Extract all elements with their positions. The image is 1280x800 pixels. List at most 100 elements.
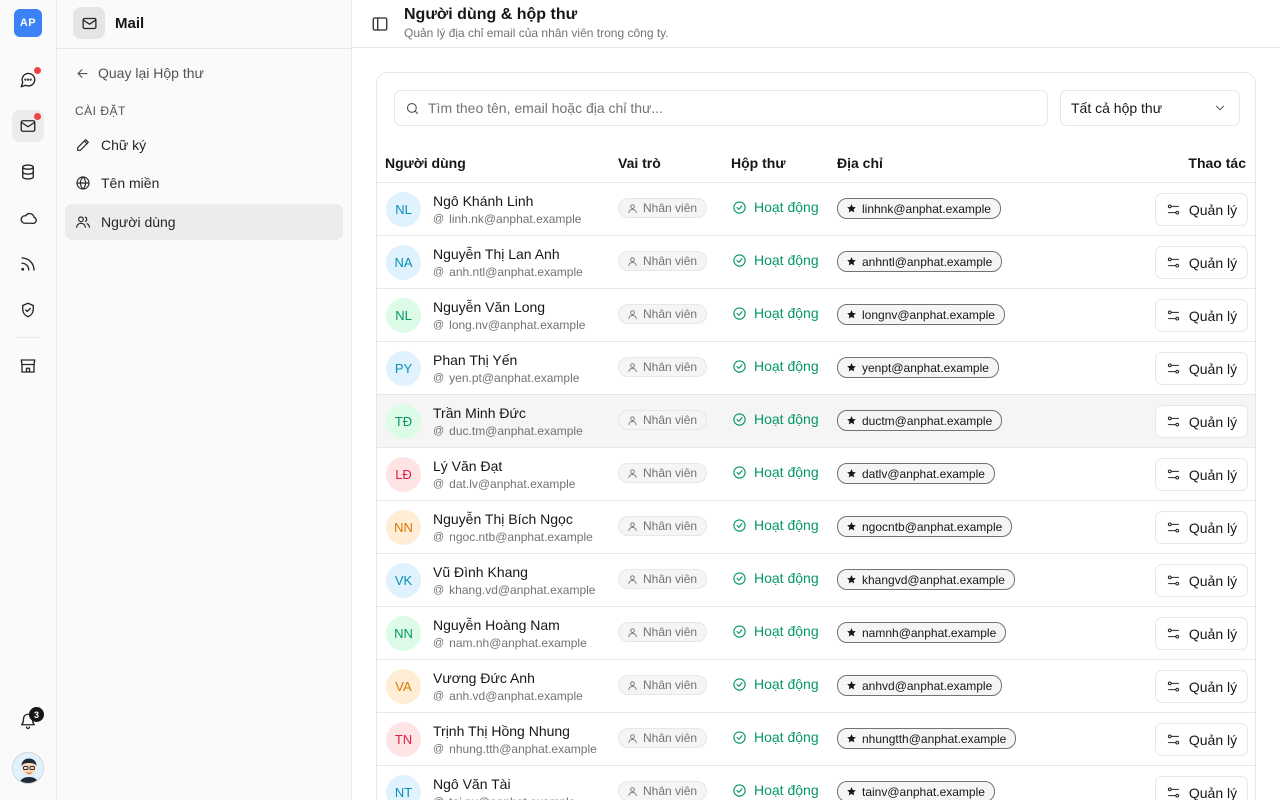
chat-nav-button[interactable] <box>12 64 44 96</box>
rss-nav-button[interactable] <box>12 248 44 280</box>
nav-item-users[interactable]: Người dùng <box>65 204 343 240</box>
check-circle-icon <box>733 306 746 320</box>
address-badge: yenpt@anphat.example <box>837 357 999 378</box>
notification-count-badge: 3 <box>29 707 44 722</box>
sidebar-toggle-button[interactable] <box>371 15 389 33</box>
manage-button[interactable]: Quản lý <box>1155 352 1248 385</box>
sidebar-toggle-icon <box>372 17 388 31</box>
manage-button[interactable]: Quản lý <box>1155 405 1248 438</box>
user-icon <box>628 680 637 690</box>
store-nav-button[interactable] <box>12 350 44 382</box>
star-icon <box>847 522 856 531</box>
star-icon <box>847 734 856 743</box>
check-circle-icon <box>733 783 746 797</box>
role-badge: Nhân viên <box>618 622 708 642</box>
sliders-icon <box>1167 310 1180 321</box>
user-avatar[interactable] <box>12 752 44 784</box>
check-circle-icon <box>733 624 746 638</box>
user-initials-avatar: NL <box>386 192 421 227</box>
database-nav-button[interactable] <box>12 156 44 188</box>
manage-button[interactable]: Quản lý <box>1155 299 1248 332</box>
user-initials-avatar: NN <box>386 616 421 651</box>
manage-button[interactable]: Quản lý <box>1155 193 1248 226</box>
mail-icon <box>81 17 97 29</box>
user-icon <box>628 521 637 531</box>
role-label: Nhân viên <box>643 201 698 215</box>
manage-button[interactable]: Quản lý <box>1155 723 1248 756</box>
search-input[interactable] <box>428 100 1028 116</box>
role-badge: Nhân viên <box>618 198 708 218</box>
back-to-inbox-link[interactable]: Quay lại Hộp thư <box>75 65 204 81</box>
manage-label: Quản lý <box>1188 201 1238 218</box>
status-label: Hoạt động <box>754 729 819 745</box>
manage-label: Quản lý <box>1188 519 1238 536</box>
manage-button[interactable]: Quản lý <box>1155 617 1248 650</box>
address-badge: anhntl@anphat.example <box>837 251 1003 272</box>
at-icon: @ <box>433 213 445 225</box>
role-label: Nhân viên <box>643 307 698 321</box>
address-text: anhntl@anphat.example <box>862 254 993 269</box>
arrow-left-icon <box>77 68 88 78</box>
status-label: Hoạt động <box>754 358 819 374</box>
cloud-nav-button[interactable] <box>12 202 44 234</box>
user-name: Ngô Văn Tài <box>433 776 511 792</box>
star-icon <box>847 787 856 796</box>
unread-dot <box>34 67 41 74</box>
sliders-icon <box>1167 257 1180 268</box>
role-label: Nhân viên <box>643 466 698 480</box>
avatar-illustration <box>13 753 43 783</box>
users-icon <box>76 216 90 228</box>
user-name: Vương Đức Anh <box>433 670 535 686</box>
table-header: Người dùng Vai trò Hộp thư Địa chỉ Thao … <box>377 145 1255 183</box>
table-row: NL Ngô Khánh Linh @ linh.nk@anphat.examp… <box>377 183 1255 236</box>
manage-button[interactable]: Quản lý <box>1155 511 1248 544</box>
status-label: Hoạt động <box>754 517 819 533</box>
main-content: Người dùng & hộp thư Quản lý địa chỉ ema… <box>352 0 1280 800</box>
user-name: Trần Minh Đức <box>433 405 526 421</box>
manage-button[interactable]: Quản lý <box>1155 776 1248 800</box>
rss-icon <box>21 257 35 271</box>
mailbox-filter-select[interactable]: Tất cả hộp thư <box>1060 90 1240 126</box>
user-initials-avatar: TĐ <box>386 404 421 439</box>
user-icon <box>628 574 637 584</box>
address-badge: khangvd@anphat.example <box>837 569 1015 590</box>
search-box[interactable] <box>394 90 1048 126</box>
nav-item-domains[interactable]: Tên miền <box>65 165 343 201</box>
role-badge: Nhân viên <box>618 410 708 430</box>
manage-button[interactable]: Quản lý <box>1155 246 1248 279</box>
security-nav-button[interactable] <box>12 294 44 326</box>
address-badge: nhungtth@anphat.example <box>837 728 1017 749</box>
notifications-button[interactable]: 3 <box>12 705 44 737</box>
manage-button[interactable]: Quản lý <box>1155 670 1248 703</box>
manage-button[interactable]: Quản lý <box>1155 564 1248 597</box>
address-badge: anhvd@anphat.example <box>837 675 1003 696</box>
role-label: Nhân viên <box>643 625 698 639</box>
manage-label: Quản lý <box>1188 784 1238 800</box>
user-email: @ duc.tm@anphat.example <box>433 424 583 438</box>
workspace-logo[interactable]: AP <box>14 9 42 37</box>
user-email-text: anh.ntl@anphat.example <box>449 265 583 279</box>
table-row: NA Nguyễn Thị Lan Anh @ anh.ntl@anphat.e… <box>377 236 1255 289</box>
at-icon: @ <box>433 478 445 490</box>
sliders-icon <box>1167 204 1180 215</box>
sliders-icon <box>1167 628 1180 639</box>
shield-check-icon <box>22 302 34 318</box>
check-circle-icon <box>733 571 746 585</box>
user-icon <box>628 786 637 796</box>
role-badge: Nhân viên <box>618 728 708 748</box>
mail-nav-button[interactable] <box>12 110 44 142</box>
nav-item-signature[interactable]: Chữ ký <box>65 127 343 163</box>
user-email: @ dat.lv@anphat.example <box>433 477 575 491</box>
user-name: Phan Thị Yến <box>433 352 518 368</box>
user-email-text: ngoc.ntb@anphat.example <box>449 530 593 544</box>
manage-button[interactable]: Quản lý <box>1155 458 1248 491</box>
pen-icon <box>77 139 89 151</box>
table-row: TN Trịnh Thị Hồng Nhung @ nhung.tth@anph… <box>377 713 1255 766</box>
sliders-icon <box>1167 416 1180 427</box>
at-icon: @ <box>433 690 445 702</box>
column-header-address: Địa chỉ <box>837 155 883 171</box>
user-initials-avatar: PY <box>386 351 421 386</box>
manage-label: Quản lý <box>1188 625 1238 642</box>
column-header-actions: Thao tác <box>1188 155 1246 171</box>
sliders-icon <box>1167 469 1180 480</box>
